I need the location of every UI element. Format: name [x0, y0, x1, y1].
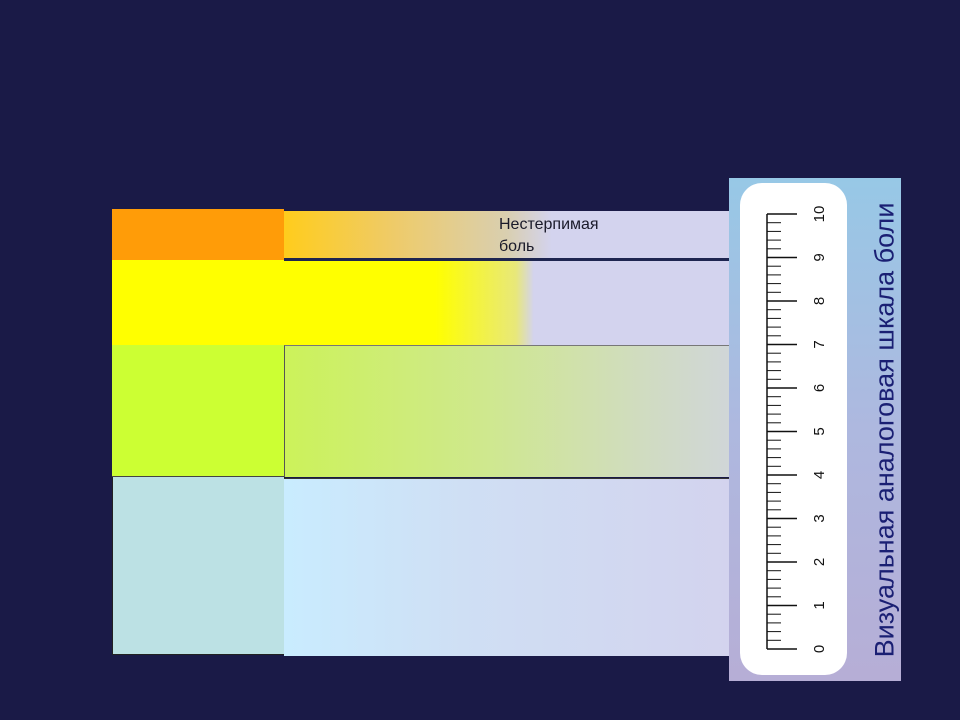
- severity-band-moderate: [284, 345, 730, 477]
- unbearable-pain-label-line2: боль: [499, 238, 535, 255]
- tick-label: 3: [811, 514, 828, 522]
- tick-label: 7: [811, 340, 828, 348]
- tick-label: 0: [811, 645, 828, 653]
- vas-ruler-ticks: 0 1 2 3 4 5 6 7 8 9 10: [766, 206, 828, 653]
- severity-band-severe: [284, 261, 730, 345]
- tick-label: 4: [811, 471, 828, 479]
- severity-swatch-severe: [112, 260, 284, 345]
- severity-swatch-mild: [112, 477, 285, 655]
- tick-label: 2: [811, 558, 828, 566]
- tick-label: 8: [811, 297, 828, 305]
- tick-label: 9: [811, 253, 828, 261]
- tick-label: 5: [811, 427, 828, 435]
- tick-label: 1: [811, 601, 828, 609]
- tick-label: 10: [811, 206, 828, 223]
- tick-label: 6: [811, 384, 828, 392]
- severity-swatch-moderate: [112, 345, 284, 477]
- vas-scale-title: Визуальная аналоговая шкала боли: [869, 202, 900, 658]
- severity-swatch-unbearable: [112, 209, 284, 260]
- severity-band-mild: [284, 478, 730, 656]
- unbearable-pain-label: Нестерпимая боль: [499, 214, 629, 258]
- unbearable-pain-label-line1: Нестерпимая: [499, 216, 599, 233]
